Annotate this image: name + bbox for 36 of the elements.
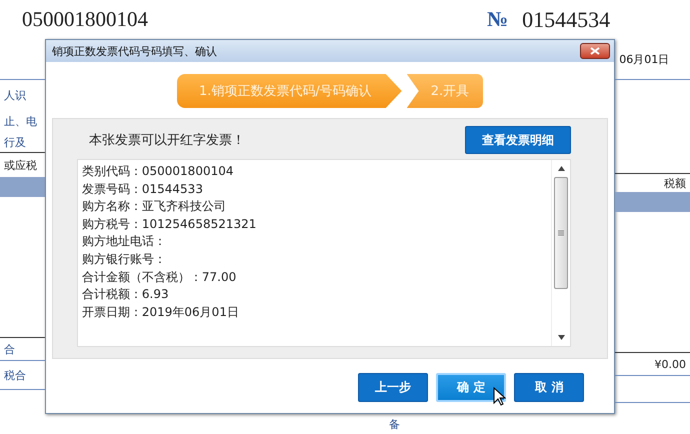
detail-line: 类别代码：050001800104 xyxy=(82,163,234,180)
amount-value: ¥0.00 xyxy=(654,356,687,372)
invoice-label: 税合 xyxy=(3,368,27,384)
detail-line: 合计金额（不含税）：77.00 xyxy=(82,268,238,286)
invoice-label: 人识 xyxy=(3,88,27,104)
invoice-number: 01544534 xyxy=(522,6,610,32)
detail-line: 购方名称：亚飞齐科技公司 xyxy=(82,198,227,216)
invoice-date: 06月01日 xyxy=(618,52,670,68)
invoice-code: 050001800104 xyxy=(22,7,149,32)
detail-line: 开票日期：2019年06月01日 xyxy=(82,304,240,321)
invoice-label: 合 xyxy=(3,342,16,358)
invoice-label: 行及 xyxy=(3,134,27,150)
dialog-button[interactable]: 取 消 xyxy=(514,373,584,402)
table-header-band xyxy=(0,177,45,197)
invoice-label: 备 xyxy=(388,416,401,432)
detail-line: 购方银行账号： xyxy=(82,250,167,268)
dialog-button[interactable]: 上一步 xyxy=(358,373,428,402)
detail-line: 发票号码：01544533 xyxy=(82,180,204,198)
scrollbar[interactable] xyxy=(551,160,570,346)
close-button[interactable] xyxy=(580,43,610,59)
dialog-title: 销项正数发票代码号码填写、确认 xyxy=(52,44,217,58)
detail-line: 购方地址电话： xyxy=(82,233,167,250)
column-header: 或应税 xyxy=(3,158,38,174)
scroll-thumb[interactable] xyxy=(554,177,568,289)
scroll-up-icon xyxy=(558,166,565,171)
scroll-down-icon xyxy=(558,335,565,340)
detail-line: 购方税号：101254658521321 xyxy=(82,216,258,233)
invoice-label: 止、电 xyxy=(3,114,38,130)
status-message: 本张发票可以开红字发票！ xyxy=(88,132,245,149)
grip-icon xyxy=(558,230,564,236)
view-details-button[interactable]: 查看发票明细 xyxy=(465,126,572,154)
cursor-icon xyxy=(493,387,506,406)
detail-line: 合计税额：6.93 xyxy=(82,286,170,304)
close-icon xyxy=(590,47,600,55)
number-sign: № xyxy=(487,7,508,32)
column-header: 税额 xyxy=(663,176,687,192)
